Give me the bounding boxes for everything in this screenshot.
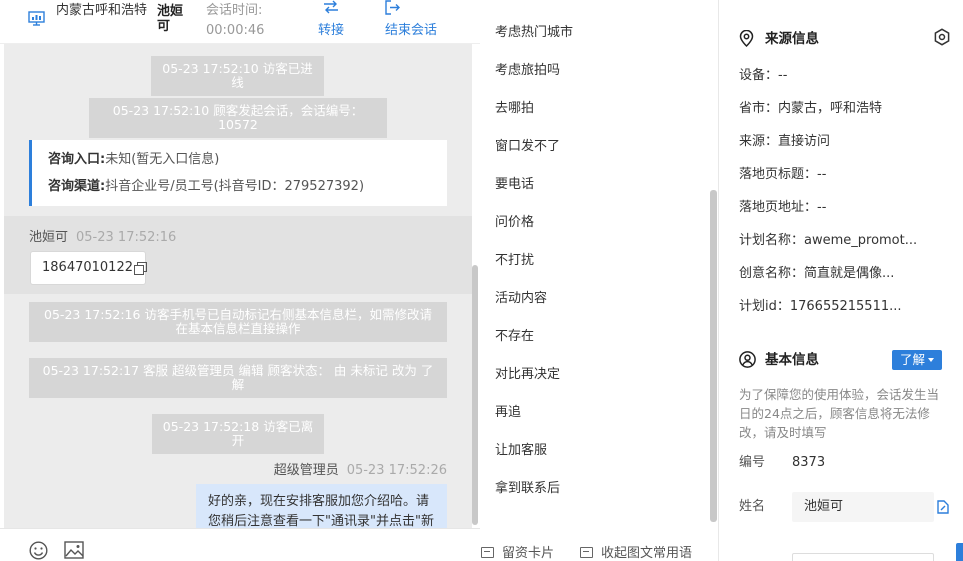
basic-info-title: 基本信息 xyxy=(739,350,819,370)
consult-entry-row: 咨询入口:未知(暂无入口信息) xyxy=(48,146,431,173)
user-circle-icon xyxy=(739,351,756,368)
agent-message-bubble: 好的亲，现在安排客服加您介绍哈。请您稍后注意查看一下"通讯录"并点击"新 xyxy=(196,484,447,528)
system-message: 05-23 17:52:10 顾客发起会话，会话编号：10572 xyxy=(89,98,387,138)
quick-reply-item[interactable]: 再追 xyxy=(495,403,521,423)
quick-reply-item[interactable]: 要电话 xyxy=(495,175,534,195)
consult-entry-value: 未知(暂无入口信息) xyxy=(105,152,220,167)
image-icon[interactable] xyxy=(64,541,84,559)
lead-card-button[interactable]: 留资卡片 xyxy=(481,542,554,561)
collapse-phrases-button[interactable]: 收起图文常用语 xyxy=(580,542,692,561)
quick-reply-item[interactable]: 不打扰 xyxy=(495,251,534,271)
id-label: 编号 xyxy=(739,455,766,470)
exit-icon xyxy=(385,0,437,20)
name-field[interactable]: 池姮可 xyxy=(792,492,934,522)
source-field-creative-name: 创意名称：简直就是偶像... xyxy=(739,266,895,281)
source-field-plan-id: 计划id：176655215511... xyxy=(739,299,902,314)
consult-entry-label: 咨询入口: xyxy=(48,152,106,167)
source-field-landing-url: 落地页地址：-- xyxy=(739,200,827,215)
agent-sender-name: 超级管理员 xyxy=(273,463,339,478)
quick-reply-item[interactable]: 去哪拍 xyxy=(495,99,534,119)
quick-reply-item[interactable]: 不存在 xyxy=(495,327,534,347)
customer-status-label: 了解 xyxy=(899,352,925,367)
quick-reply-item[interactable]: 窗口发不了 xyxy=(495,137,560,157)
consult-channel-row: 咨询渠道:抖音企业号/员工号(抖音号ID：279527392) xyxy=(48,173,431,200)
smile-icon[interactable] xyxy=(29,541,48,560)
consult-channel-value: 抖音企业号/员工号(抖音号ID：279527392) xyxy=(105,179,365,194)
visitor-phone-text: 18647010122 xyxy=(42,260,133,275)
message-icon xyxy=(580,547,593,558)
next-field[interactable] xyxy=(792,553,934,561)
quick-reply-item[interactable]: 活动内容 xyxy=(495,289,547,309)
transfer-icon xyxy=(318,0,344,20)
chat-panel: 内蒙古呼和浩特 池姮可 会话时间: 00:00:46 转接 结束会话 05-23… xyxy=(0,0,480,561)
agent-message-meta: 超级管理员 05-23 17:52:26 xyxy=(274,459,447,478)
consult-channel-label: 咨询渠道: xyxy=(48,179,106,194)
system-message: 05-23 17:52:16 访客手机号已自动标记右侧基本信息栏，如需修改请在基… xyxy=(29,302,447,342)
visitor-message-time: 05-23 17:52:16 xyxy=(76,230,177,245)
chat-message-list[interactable]: 05-23 17:52:10 访客已进线 05-23 17:52:10 顾客发起… xyxy=(4,44,472,528)
copy-icon[interactable] xyxy=(133,262,147,275)
gear-icon[interactable] xyxy=(933,28,951,46)
location-pin-icon xyxy=(739,30,754,47)
transfer-label: 转接 xyxy=(318,23,345,38)
quick-reply-clipped-item xyxy=(495,0,575,4)
source-field-plan-name: 计划名称：aweme_promot... xyxy=(739,233,918,248)
quick-reply-item[interactable]: 问价格 xyxy=(495,213,534,233)
quick-reply-scrollbar[interactable] xyxy=(710,190,717,522)
visitor-name: 池姮可 xyxy=(157,4,184,34)
edit-notice: 为了保障您的使用体验，会话发生当日的24点之后，顾客信息将无法修改，请及时填写 xyxy=(739,387,940,440)
quick-reply-panel: 考虑热门城市 考虑旅拍吗 去哪拍 窗口发不了 要电话 问价格 不打扰 活动内容 … xyxy=(480,0,719,561)
quick-reply-item[interactable]: 考虑旅拍吗 xyxy=(495,61,560,81)
quick-reply-item[interactable]: 考虑热门城市 xyxy=(495,23,573,43)
card-icon xyxy=(481,547,494,558)
source-info-title-text: 来源信息 xyxy=(765,31,819,47)
session-time-label: 会话时间: xyxy=(206,3,263,18)
id-value: 8373 xyxy=(792,455,826,470)
chat-input-toolbar xyxy=(0,528,480,561)
end-session-button[interactable]: 结束会话 xyxy=(385,0,437,42)
edit-icon[interactable] xyxy=(936,500,949,514)
system-message: 05-23 17:52:10 访客已进线 xyxy=(151,56,324,96)
transfer-button[interactable]: 转接 xyxy=(318,0,344,42)
source-info-title: 来源信息 xyxy=(739,29,819,49)
source-field-device: 设备：-- xyxy=(739,68,788,83)
quick-reply-footer: 留资卡片 收起图文常用语 xyxy=(480,532,719,561)
agent-message-time: 05-23 17:52:26 xyxy=(346,463,447,478)
visitor-location: 内蒙古呼和浩特 xyxy=(56,3,148,18)
chat-scrollbar[interactable] xyxy=(472,265,478,525)
session-time-value: 00:00:46 xyxy=(206,23,265,38)
system-message: 05-23 17:52:18 访客已离开 xyxy=(152,414,324,454)
caret-down-icon xyxy=(928,358,934,362)
source-field-origin: 来源：直接访问 xyxy=(739,134,831,149)
floating-action-tab[interactable] xyxy=(956,543,963,561)
quick-reply-item[interactable]: 对比再决定 xyxy=(495,365,560,385)
visitor-sender-name: 池姮可 xyxy=(29,230,69,245)
visitor-message: 池姮可 05-23 17:52:16 18647010122 xyxy=(4,216,472,294)
collapse-phrases-label: 收起图文常用语 xyxy=(601,546,693,561)
name-label: 姓名 xyxy=(739,499,766,514)
consult-info-card: 咨询入口:未知(暂无入口信息) 咨询渠道:抖音企业号/员工号(抖音号ID：279… xyxy=(29,140,447,206)
system-message: 05-23 17:52:17 客服 超级管理员 编辑 顾客状态： 由 未标记 改… xyxy=(29,358,447,398)
monitor-icon xyxy=(28,11,45,26)
quick-reply-item[interactable]: 拿到联系后 xyxy=(495,479,560,499)
basic-info-title-text: 基本信息 xyxy=(765,352,819,368)
visitor-phone-bubble[interactable]: 18647010122 xyxy=(30,251,147,285)
chat-header: 内蒙古呼和浩特 池姮可 会话时间: 00:00:46 转接 结束会话 xyxy=(0,0,480,44)
source-field-landing-title: 落地页标题：-- xyxy=(739,167,827,182)
end-session-label: 结束会话 xyxy=(385,23,438,38)
visitor-message-meta: 池姮可 05-23 17:52:16 xyxy=(29,226,176,245)
source-field-region: 省市：内蒙古，呼和浩特 xyxy=(739,101,883,116)
customer-status-dropdown[interactable]: 了解 xyxy=(892,350,942,370)
customer-info-panel: 来源信息 设备：-- 省市：内蒙古，呼和浩特 来源：直接访问 落地页标题：-- … xyxy=(719,0,963,561)
quick-reply-item[interactable]: 让加客服 xyxy=(495,441,547,461)
lead-card-label: 留资卡片 xyxy=(502,546,555,561)
